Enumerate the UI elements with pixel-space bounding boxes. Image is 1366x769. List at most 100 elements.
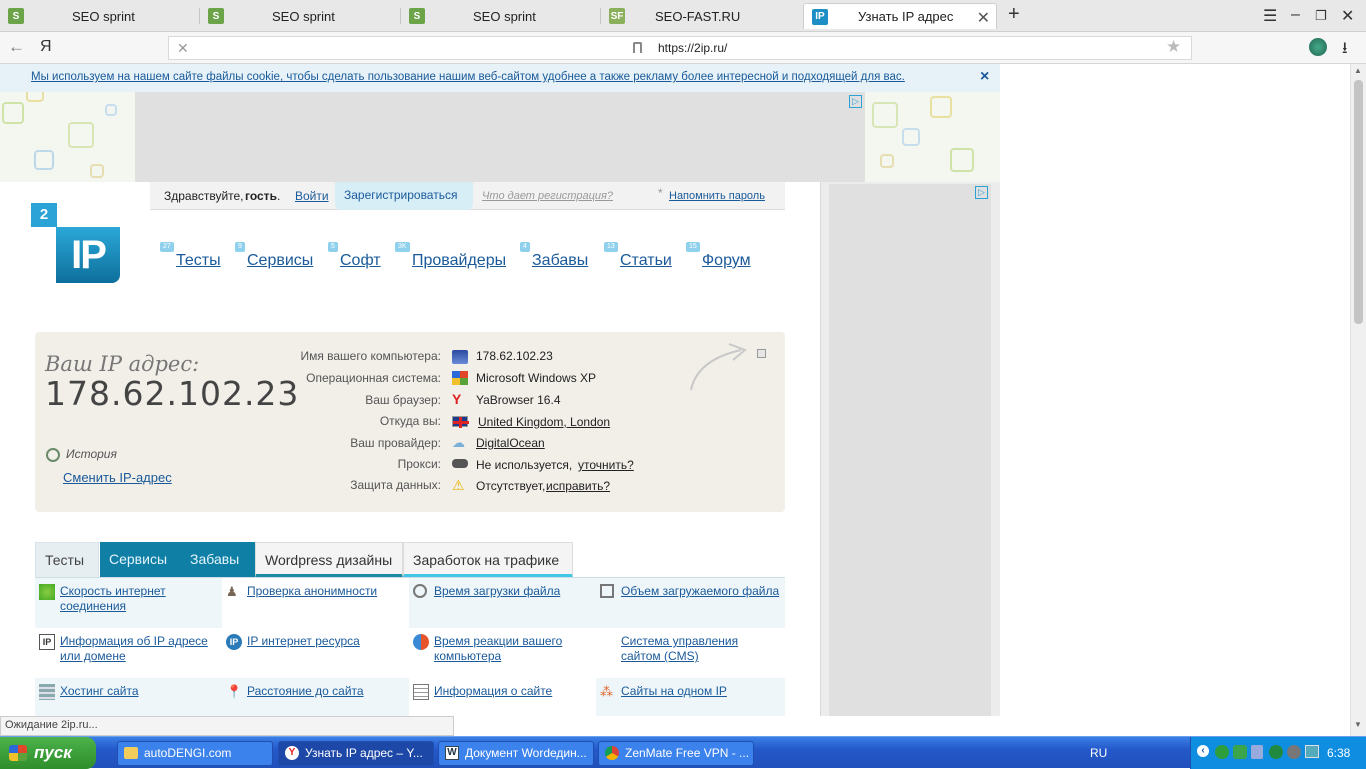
scroll-thumb[interactable] (1354, 80, 1363, 324)
scroll-up-icon[interactable]: ▲ (1354, 66, 1362, 75)
clock[interactable]: 6:38 (1327, 746, 1350, 760)
page-scrollbar[interactable]: ▲ ▼ (1350, 64, 1366, 736)
spy-icon: ♟ (226, 584, 238, 599)
service-label: Сайты на одном IP (621, 684, 727, 698)
tray-icon[interactable] (1287, 745, 1301, 759)
seosprint-icon: S (409, 8, 425, 24)
tray-icon[interactable] (1269, 745, 1283, 759)
adchoices-icon[interactable]: ▷ (975, 186, 988, 199)
ad-placeholder[interactable]: ▷ (135, 92, 865, 182)
nav-services[interactable]: Сервисы (247, 252, 313, 270)
nav-badge: 3K (395, 242, 410, 252)
menu-icon[interactable]: ☰ (1263, 6, 1277, 26)
tab-seo-sprint-2[interactable]: S SEO sprint (200, 3, 400, 29)
url-field[interactable]: ✕ https://2ip.ru/ ★ (168, 36, 1192, 60)
tray-icon[interactable] (1215, 745, 1229, 759)
nav-fun[interactable]: Забавы (532, 252, 588, 270)
nav-articles[interactable]: Статьи (620, 252, 672, 270)
yandex-icon[interactable]: Я (40, 38, 52, 56)
tab-seo-sprint-1[interactable]: S SEO sprint (0, 3, 200, 29)
panel-toggle-checkbox[interactable] (757, 349, 766, 358)
seosprint-icon: S (8, 8, 24, 24)
adchoices-icon[interactable]: ▷ (849, 95, 862, 108)
nav-tests[interactable]: Тесты (176, 252, 221, 270)
decor-square (880, 154, 894, 168)
tab-services[interactable]: Сервисы (100, 542, 181, 578)
logo-2[interactable]: 2 (31, 203, 57, 227)
map-pin-icon: 📍 (226, 684, 243, 699)
nav-soft[interactable]: Софт (340, 252, 381, 270)
tray-monitor-icon[interactable] (1305, 745, 1319, 758)
cookie-text[interactable]: Мы используем на нашем сайте файлы cooki… (31, 71, 905, 83)
word-icon: W (445, 746, 459, 760)
task-yabrowser[interactable]: Y Узнать IP адрес – Y... (278, 741, 434, 766)
tray-icon[interactable] (1233, 745, 1247, 759)
nav-badge: 5 (328, 242, 338, 252)
login-link[interactable]: Войти (295, 189, 329, 203)
tab-title: SEO sprint (272, 8, 335, 24)
register-button[interactable]: Зарегистрироваться (335, 182, 473, 210)
network-icon: ⁂ (600, 684, 613, 699)
decor-square (34, 150, 54, 170)
browser-tab-bar: S SEO sprint S SEO sprint S SEO sprint S… (0, 0, 1366, 32)
web-page: Мы используем на нашем сайте файлы cooki… (0, 64, 1350, 716)
scroll-down-icon[interactable]: ▼ (1354, 720, 1362, 729)
logo-ip[interactable]: IP (56, 227, 120, 283)
start-button[interactable]: пуск (0, 737, 96, 769)
ip-address[interactable]: 178.62.102.23 (45, 374, 299, 413)
remind-password-link[interactable]: Напомнить пароль (669, 190, 765, 202)
cloud-icon: ☁ (452, 435, 465, 450)
share-arrow-icon (690, 343, 747, 391)
proxy-check-link[interactable]: уточнить? (578, 458, 634, 472)
tab-wordpress[interactable]: Wordpress дизайны (255, 542, 403, 578)
what-registration-link[interactable]: Что дает регистрация? (482, 190, 613, 202)
task-autodengi[interactable]: autoDENGI.com (117, 741, 273, 766)
protection-fix-link[interactable]: исправить? (546, 479, 610, 493)
tab-seo-fast[interactable]: SF SEO-FAST.RU (601, 3, 801, 29)
language-indicator[interactable]: RU (1090, 746, 1107, 760)
task-label: ZenMate Free VPN - ... (625, 746, 750, 760)
task-zenmate[interactable]: ZenMate Free VPN - ... (598, 741, 754, 766)
computer-icon (452, 350, 468, 364)
tab-earnings[interactable]: Заработок на трафике (403, 542, 573, 578)
url-text: https://2ip.ru/ (658, 41, 728, 55)
resource-ip-icon: IP (226, 634, 242, 650)
tab-fun[interactable]: Забавы (181, 542, 255, 578)
protection-value: Отсутствует, (476, 479, 546, 493)
new-tab-button[interactable]: + (1008, 3, 1020, 26)
close-window-icon[interactable]: ✕ (1341, 6, 1354, 26)
clear-url-icon[interactable]: ✕ (177, 40, 189, 57)
nav-providers[interactable]: Провайдеры (412, 252, 506, 270)
tray-expand-icon[interactable]: ‹ (1197, 745, 1209, 757)
right-ad-placeholder[interactable] (829, 184, 991, 716)
uk-flag-icon (452, 416, 469, 428)
back-button[interactable]: ← (8, 37, 25, 57)
task-label: autoDENGI.com (144, 746, 232, 760)
change-ip-link[interactable]: Сменить IP-адрес (63, 470, 172, 485)
tab-tests[interactable]: Тесты (35, 542, 99, 578)
restore-icon[interactable]: ❐ (1315, 8, 1327, 24)
vpn-globe-icon[interactable] (1309, 38, 1327, 56)
close-tab-icon[interactable]: ✕ (977, 8, 990, 28)
task-word[interactable]: W Документ Wordедин... (438, 741, 594, 766)
nav-forum[interactable]: Форум (702, 252, 751, 270)
cookie-close-button[interactable]: × (980, 68, 989, 86)
minimize-icon[interactable]: – (1291, 6, 1300, 24)
protection-label: Защита данных: (350, 478, 441, 492)
proxy-label: Прокси: (397, 457, 441, 471)
os-value: Microsoft Windows XP (476, 371, 597, 385)
site-info-icon (413, 684, 429, 700)
warning-icon: ⚠ (452, 477, 465, 493)
tab-seo-sprint-3[interactable]: S SEO sprint (401, 3, 601, 29)
download-icon[interactable]: ⭳ (1342, 37, 1348, 64)
tray-icon[interactable] (1251, 745, 1263, 759)
seofast-icon: SF (609, 8, 625, 24)
bookmark-star-icon[interactable]: ★ (1166, 37, 1181, 57)
service-label: Хостинг сайта (60, 684, 139, 698)
windows-icon (452, 371, 468, 385)
history-label[interactable]: История (66, 447, 117, 461)
tab-2ip-active[interactable]: IP Узнать IP адрес ✕ (803, 3, 997, 29)
provider-link[interactable]: DigitalOcean (476, 436, 545, 450)
chrome-icon (605, 746, 619, 760)
location-link[interactable]: United Kingdom, London (478, 415, 610, 429)
